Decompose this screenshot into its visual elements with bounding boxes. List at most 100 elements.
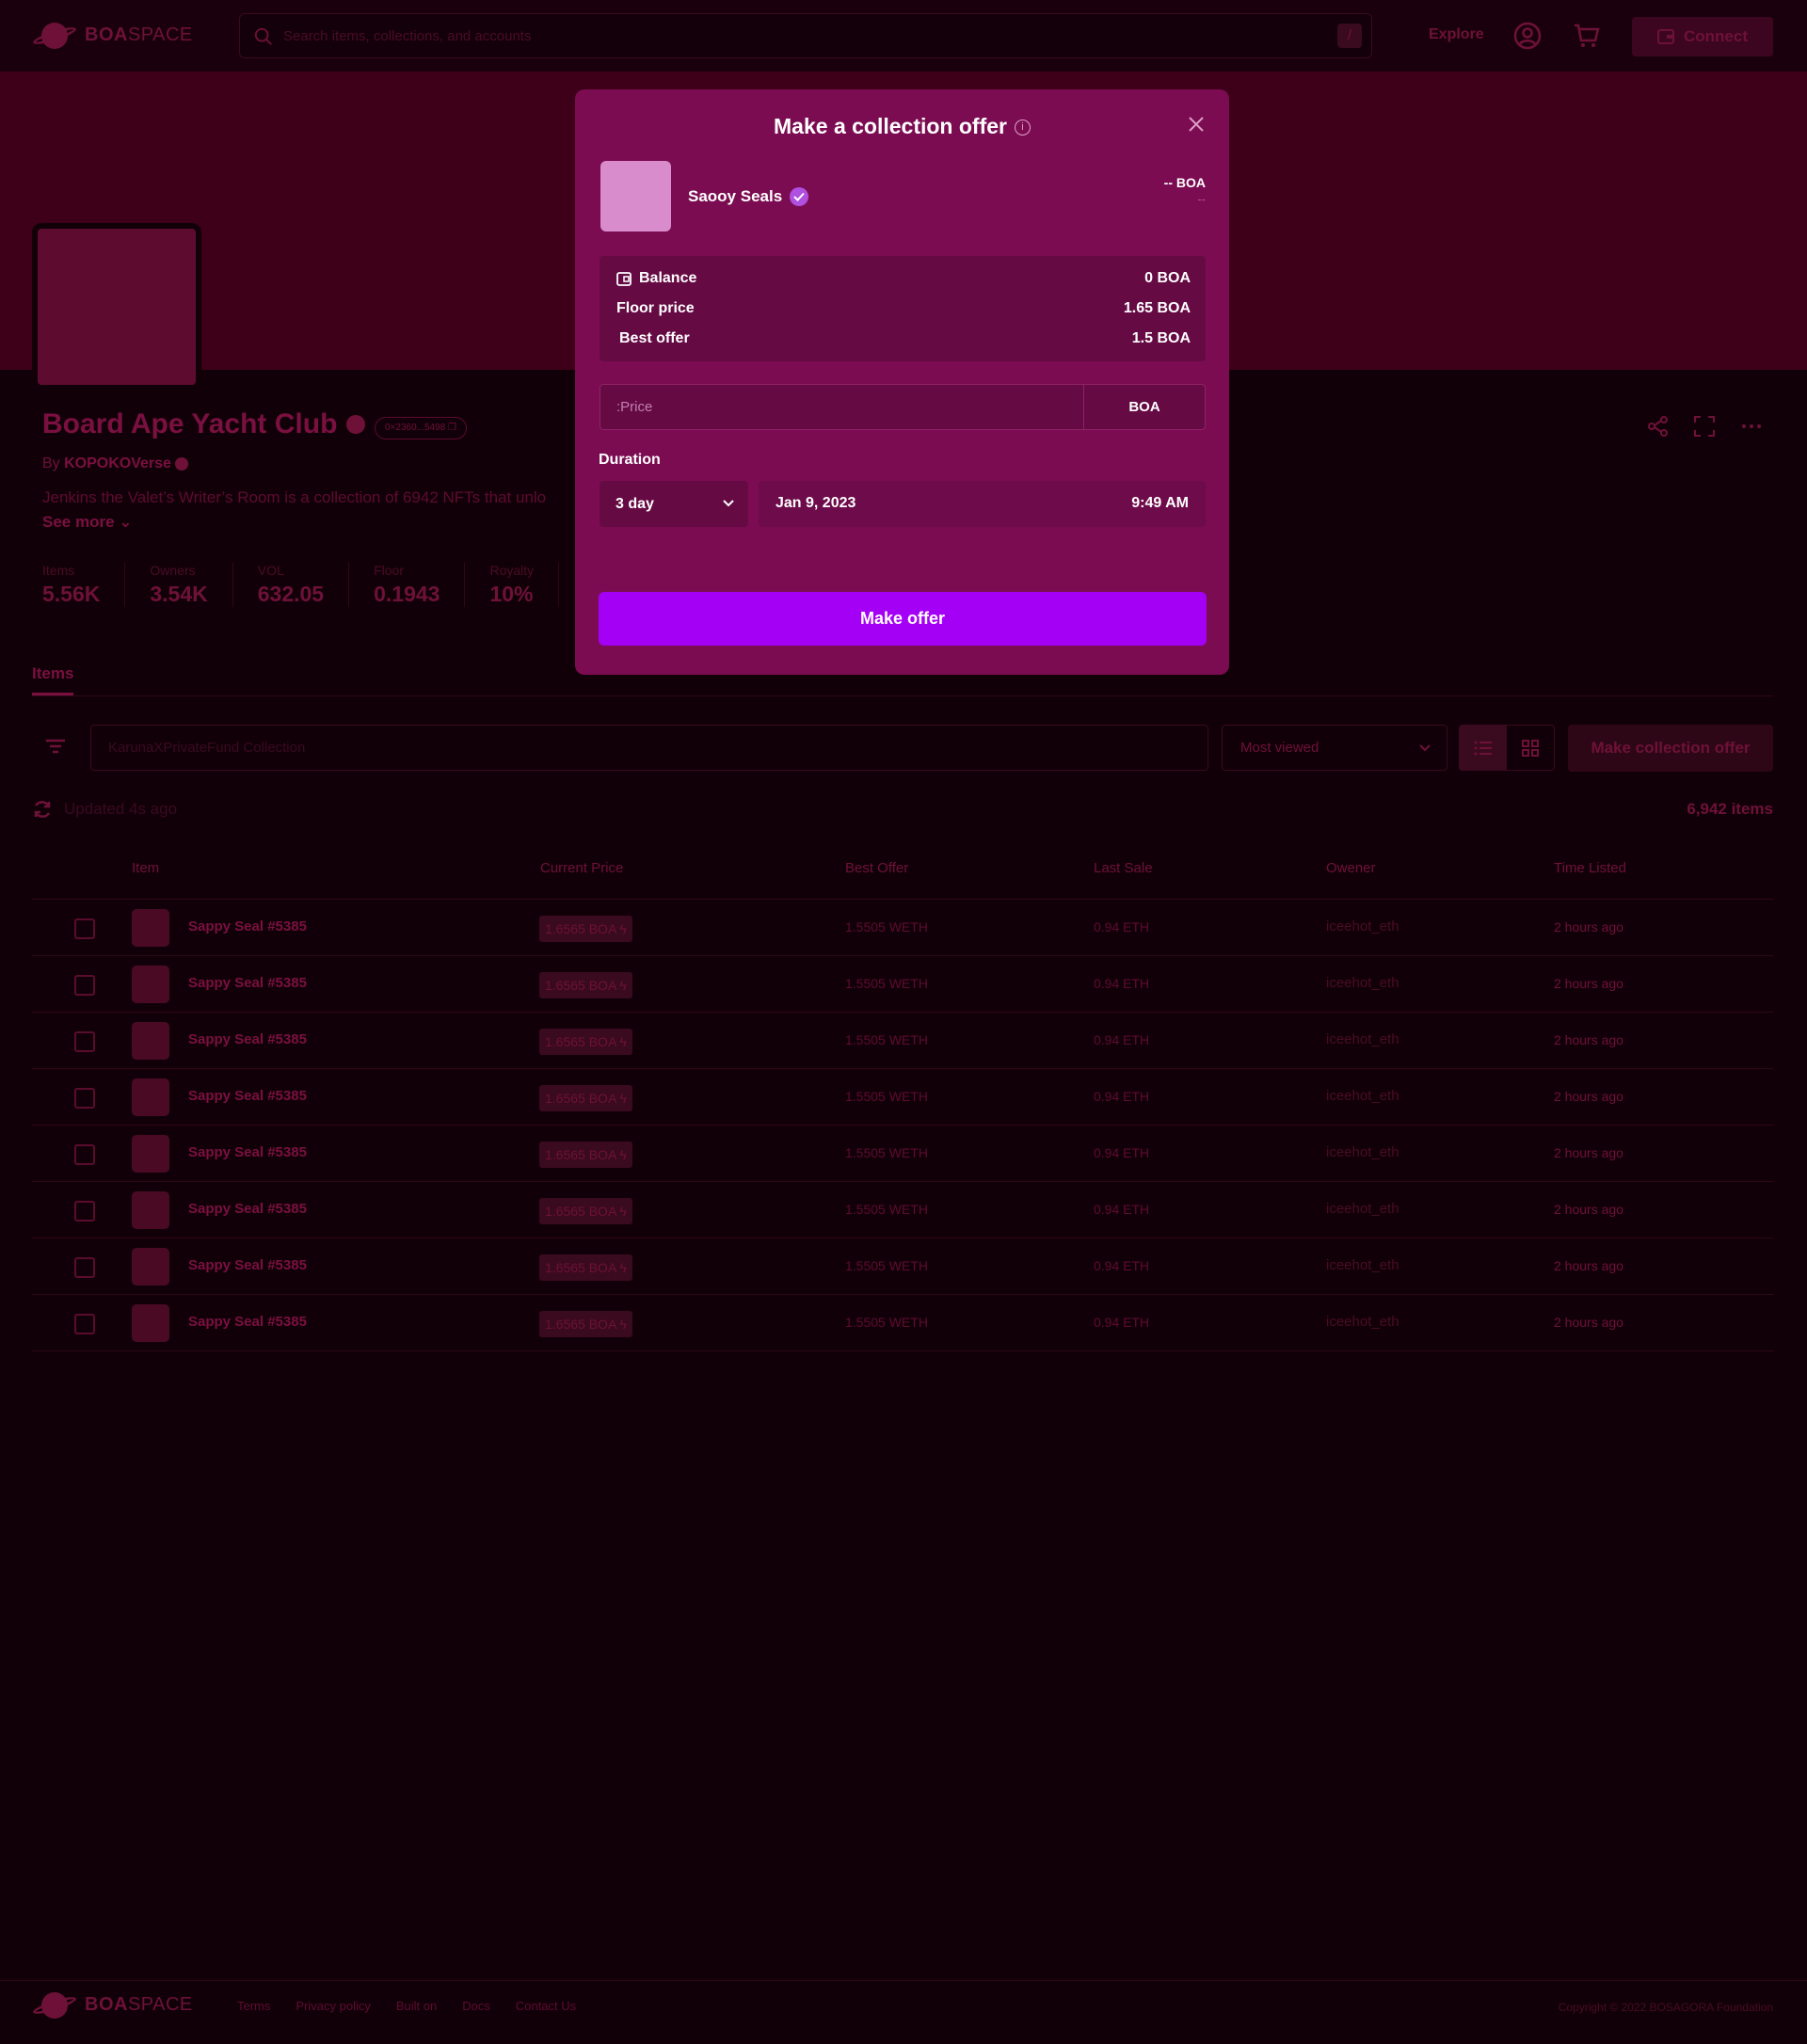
item-thumbnail (132, 1078, 169, 1116)
item-name[interactable]: Sappy Seal #5385 (188, 1144, 307, 1160)
footer-link-docs[interactable]: Docs (462, 1999, 490, 2013)
duration-label: Duration (599, 452, 661, 468)
item-name[interactable]: Sappy Seal #5385 (188, 1031, 307, 1047)
make-collection-offer-button[interactable]: Make collection offer (1568, 725, 1773, 772)
lightning-icon: ϟ (619, 1260, 627, 1275)
owner-link[interactable]: iceehot_eth (1326, 975, 1399, 991)
chevron-down-icon (723, 500, 734, 507)
search-icon (254, 27, 272, 45)
row-checkbox[interactable] (74, 975, 95, 996)
last-sale: 0.94 ETH (1094, 1202, 1150, 1217)
owner-link[interactable]: iceehot_eth (1326, 1031, 1399, 1047)
row-checkbox[interactable] (74, 1031, 95, 1052)
contract-address[interactable]: 0×2360...5498 ❐ (375, 417, 467, 439)
make-offer-button[interactable]: Make offer (599, 592, 1207, 646)
price-text: 1.6565 BOA (545, 1317, 616, 1332)
expiration-datetime-picker[interactable]: Jan 9, 2023 9:49 AM (759, 481, 1206, 527)
owner-link[interactable]: iceehot_eth (1326, 1088, 1399, 1104)
owner-link[interactable]: iceehot_eth (1326, 1314, 1399, 1330)
search-shortcut: / (1337, 24, 1362, 48)
info-icon[interactable]: i (1014, 120, 1031, 136)
owner-link[interactable]: iceehot_eth (1326, 1257, 1399, 1273)
by-prefix: By (42, 455, 60, 471)
table-row[interactable]: Sappy Seal #5385 1.6565 BOA ϟ 1.5505 WET… (32, 1182, 1773, 1238)
last-sale: 0.94 ETH (1094, 1258, 1150, 1273)
currency-unit: BOA (1083, 385, 1205, 429)
row-checkbox[interactable] (74, 1257, 95, 1278)
table-row[interactable]: Sappy Seal #5385 1.6565 BOA ϟ 1.5505 WET… (32, 1126, 1773, 1182)
stat-royalty: Royalty 10% (489, 563, 560, 607)
item-thumbnail (132, 1248, 169, 1285)
sort-select[interactable]: Most viewed (1222, 725, 1447, 771)
footer-link-privacy[interactable]: Privacy policy (296, 1999, 370, 2013)
table-row[interactable]: Sappy Seal #5385 1.6565 BOA ϟ 1.5505 WET… (32, 1238, 1773, 1295)
global-search-input[interactable]: Search items, collections, and accounts … (239, 13, 1372, 58)
stat-value: 3.54K (150, 582, 208, 606)
row-checkbox[interactable] (74, 918, 95, 939)
footer-link-contact[interactable]: Contact Us (516, 1999, 576, 2013)
footer-link-terms[interactable]: Terms (237, 1999, 270, 2013)
last-sale: 0.94 ETH (1094, 976, 1150, 991)
user-icon[interactable] (1512, 21, 1543, 51)
footer-link-built-on[interactable]: Built on (396, 1999, 437, 2013)
collection-search-input[interactable]: KarunaXPrivateFund Collection (90, 725, 1208, 771)
item-name[interactable]: Sappy Seal #5385 (188, 975, 307, 991)
stat-volume: VOL 632.05 (257, 563, 350, 607)
stat-floor: Floor 0.1943 (374, 563, 466, 607)
list-view-button[interactable] (1460, 726, 1507, 770)
footer-links: Terms Privacy policy Built on Docs Conta… (237, 1999, 576, 2013)
refresh-icon[interactable] (32, 799, 53, 820)
row-checkbox[interactable] (74, 1144, 95, 1165)
table-row[interactable]: Sappy Seal #5385 1.6565 BOA ϟ 1.5505 WET… (32, 900, 1773, 956)
owner-link[interactable]: iceehot_eth (1326, 1144, 1399, 1160)
tab-items[interactable]: Items (32, 664, 74, 695)
time-listed: 2 hours ago (1554, 1202, 1623, 1217)
see-more-button[interactable]: See more ⌄ (42, 513, 133, 532)
explore-link[interactable]: Explore (1429, 26, 1484, 43)
grid-view-button[interactable] (1507, 726, 1554, 770)
price-badge: 1.6565 BOA ϟ (539, 1198, 632, 1224)
item-name[interactable]: Sappy Seal #5385 (188, 1257, 307, 1273)
close-icon[interactable] (1188, 116, 1205, 133)
row-checkbox[interactable] (74, 1314, 95, 1334)
share-icon[interactable] (1646, 414, 1671, 439)
footer-logo[interactable]: BOASPACE (31, 1988, 193, 2020)
header-best-offer: Best Offer (845, 860, 909, 876)
item-name[interactable]: Sappy Seal #5385 (188, 1088, 307, 1104)
row-checkbox[interactable] (74, 1201, 95, 1222)
cart-icon[interactable] (1572, 21, 1602, 51)
owner-link[interactable]: iceehot_eth (1326, 1201, 1399, 1217)
stat-value: 632.05 (257, 582, 325, 606)
price-badge: 1.6565 BOA ϟ (539, 916, 632, 942)
lightning-icon: ϟ (619, 1091, 627, 1106)
duration-select[interactable]: 3 day (600, 481, 748, 527)
creator-link[interactable]: KOPOKOVerse (64, 455, 171, 471)
modal-title-text: Make a collection offer (774, 114, 1007, 138)
table-row[interactable]: Sappy Seal #5385 1.6565 BOA ϟ 1.5505 WET… (32, 1013, 1773, 1069)
last-sale: 0.94 ETH (1094, 1145, 1150, 1160)
item-name[interactable]: Sappy Seal #5385 (188, 1201, 307, 1217)
owner-link[interactable]: iceehot_eth (1326, 918, 1399, 934)
nft-name-text: Saooy Seals (688, 187, 783, 205)
nft-price: -- BOA -- (1164, 175, 1206, 206)
item-name[interactable]: Sappy Seal #5385 (188, 918, 307, 934)
row-checkbox[interactable] (74, 1088, 95, 1109)
lightning-icon: ϟ (619, 1204, 627, 1219)
verified-icon (346, 415, 366, 434)
table-row[interactable]: Sappy Seal #5385 1.6565 BOA ϟ 1.5505 WET… (32, 956, 1773, 1013)
filter-icon[interactable] (43, 736, 68, 757)
table-row[interactable]: Sappy Seal #5385 1.6565 BOA ϟ 1.5505 WET… (32, 1069, 1773, 1126)
connect-button[interactable]: Connect (1632, 17, 1773, 56)
item-name[interactable]: Sappy Seal #5385 (188, 1314, 307, 1330)
modal-title: Make a collection offer i (575, 114, 1229, 139)
planet-logo-icon (31, 19, 78, 51)
balance-row: Balance 0 BOA (616, 270, 1191, 289)
footer: BOASPACE Terms Privacy policy Built on D… (0, 1980, 1807, 2027)
logo[interactable]: BOASPACE (31, 19, 193, 51)
offer-price-input[interactable]: :Price BOA (600, 384, 1206, 430)
fullscreen-icon[interactable] (1692, 414, 1717, 439)
stat-label: Owners (150, 563, 196, 578)
more-options-icon[interactable] (1739, 414, 1764, 439)
table-row[interactable]: Sappy Seal #5385 1.6565 BOA ϟ 1.5505 WET… (32, 1295, 1773, 1351)
time-listed: 2 hours ago (1554, 1089, 1623, 1104)
